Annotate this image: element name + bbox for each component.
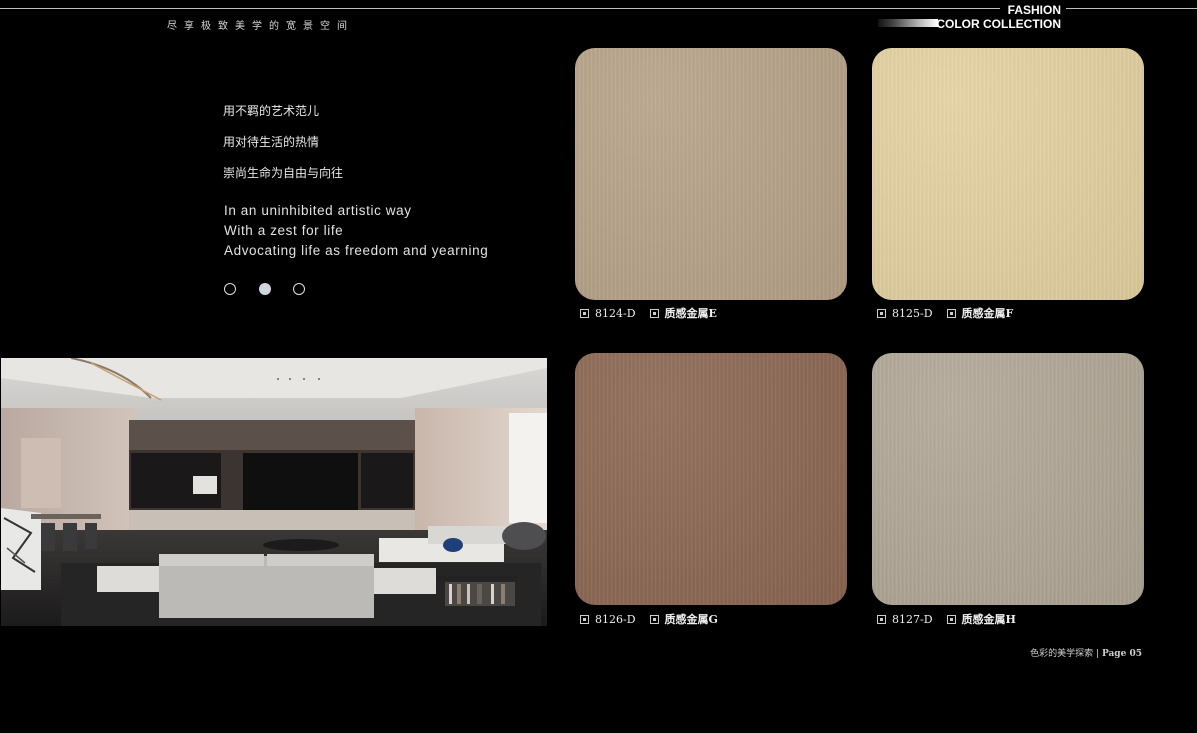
page-number: Page 05 — [1101, 649, 1142, 659]
swatch-caption-4: 8127-D 质感金属H — [877, 611, 1016, 627]
intro-en-line-1: In an uninhibited artistic way — [224, 203, 412, 218]
brand-title: FASHION COLOR COLLECTION — [936, 3, 1061, 31]
swatch-code: 8125-D — [892, 307, 933, 320]
pager-dot-2[interactable] — [259, 283, 271, 295]
intro-en-line-2: With a zest for life — [224, 223, 344, 238]
swatch-code: 8124-D — [595, 307, 636, 320]
header-tagline: 尽享极致美学的宽景空间 — [167, 21, 354, 32]
header-rule-left — [0, 8, 1000, 9]
page-footer: 色彩的美学探索 | Page 05 — [1030, 646, 1142, 659]
brand-line-1: FASHION — [1007, 3, 1061, 17]
swatch-8124-d — [575, 48, 847, 300]
square-bullet-icon — [946, 309, 956, 318]
swatch-texture — [872, 48, 1144, 300]
living-room-image — [1, 358, 547, 626]
swatch-name: 质感金属F — [961, 307, 1014, 320]
swatch-code: 8126-D — [595, 613, 636, 626]
swatch-texture — [575, 48, 847, 300]
swatch-texture — [575, 353, 847, 605]
square-bullet-icon — [580, 615, 589, 624]
pager-dot-1[interactable] — [224, 283, 236, 295]
swatch-texture — [872, 353, 1144, 605]
square-bullet-icon — [649, 615, 659, 624]
brand-gradient-bar — [878, 19, 938, 27]
swatch-caption-3: 8126-D 质感金属G — [580, 611, 718, 627]
square-bullet-icon — [580, 309, 589, 318]
square-bullet-icon — [649, 309, 659, 318]
swatch-code: 8127-D — [892, 613, 933, 626]
swatch-caption-2: 8125-D 质感金属F — [877, 305, 1013, 321]
swatch-8127-d — [872, 353, 1144, 605]
swatch-name: 质感金属G — [664, 613, 718, 626]
square-bullet-icon — [946, 615, 956, 624]
header-rule-right — [1066, 8, 1197, 9]
swatch-8125-d — [872, 48, 1144, 300]
intro-cn-line-2: 用对待生活的热情 — [223, 135, 320, 149]
swatch-name: 质感金属H — [961, 613, 1016, 626]
swatch-8126-d — [575, 353, 847, 605]
brand-line-2: COLOR COLLECTION — [936, 17, 1061, 31]
intro-english: In an uninhibited artistic way With a ze… — [224, 201, 488, 261]
footer-separator: | — [1096, 649, 1100, 659]
square-bullet-icon — [877, 309, 886, 318]
swatch-caption-1: 8124-D 质感金属E — [580, 305, 717, 321]
square-bullet-icon — [877, 615, 886, 624]
intro-cn-line-1: 用不羁的艺术范儿 — [223, 104, 320, 118]
footer-section: 色彩的美学探索 — [1030, 649, 1094, 659]
intro-cn-line-3: 崇尚生命为自由与向往 — [223, 166, 344, 180]
swatch-name: 质感金属E — [664, 307, 717, 320]
pager-dot-3[interactable] — [293, 283, 305, 295]
intro-en-line-3: Advocating life as freedom and yearning — [224, 243, 489, 258]
